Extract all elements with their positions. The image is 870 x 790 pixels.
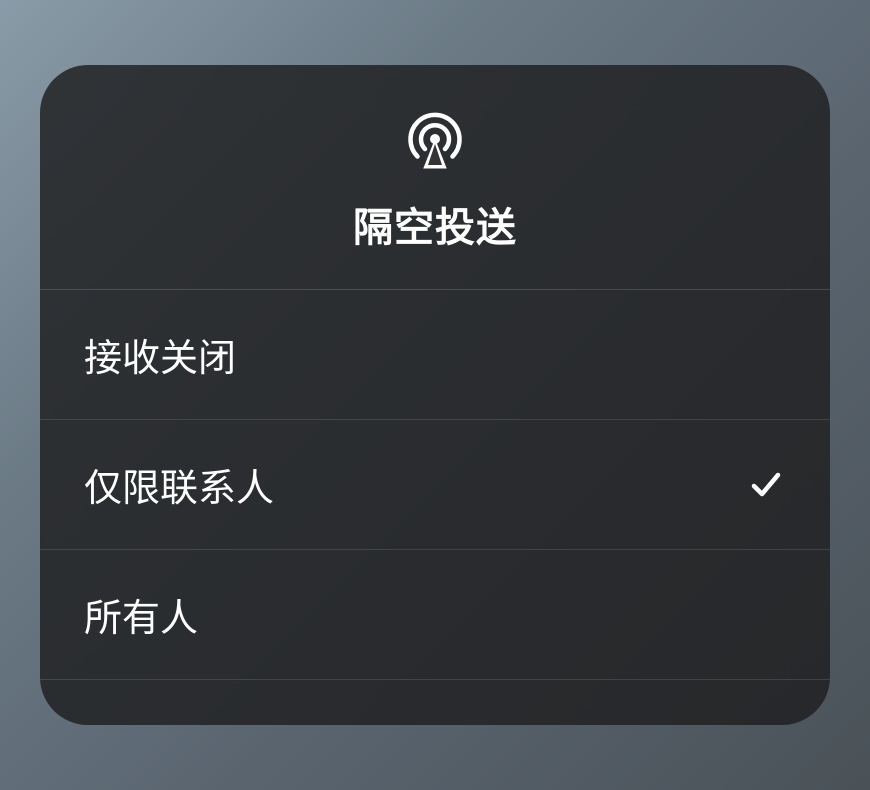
panel-title: 隔空投送	[353, 195, 517, 253]
panel-header: 隔空投送	[40, 65, 830, 290]
checkmark-icon	[746, 465, 786, 505]
option-label: 所有人	[84, 587, 198, 642]
option-receiving-off[interactable]: 接收关闭	[40, 290, 830, 420]
option-contacts-only[interactable]: 仅限联系人	[40, 420, 830, 550]
airdrop-panel: 隔空投送 接收关闭 仅限联系人 所有人	[40, 65, 830, 725]
option-label: 仅限联系人	[84, 457, 274, 512]
options-list: 接收关闭 仅限联系人 所有人	[40, 290, 830, 725]
airdrop-icon	[403, 107, 467, 171]
option-label: 接收关闭	[84, 327, 236, 382]
option-everyone[interactable]: 所有人	[40, 550, 830, 680]
